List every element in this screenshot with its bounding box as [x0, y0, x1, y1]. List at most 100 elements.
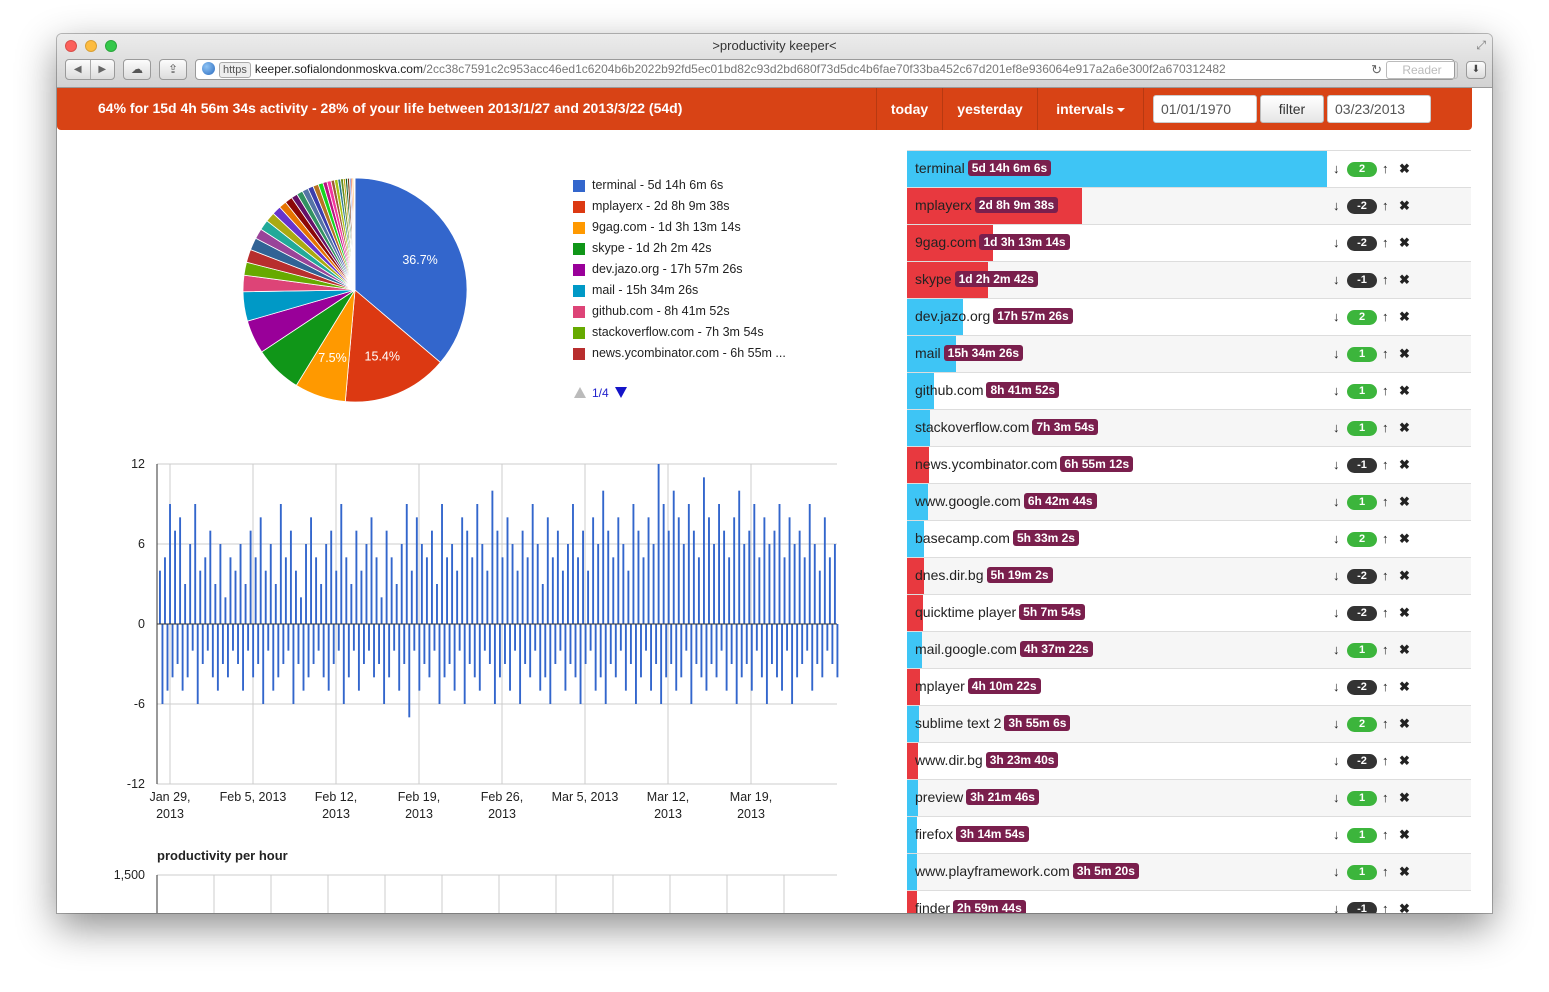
- bar[interactable]: [499, 624, 501, 678]
- arrow-down-icon[interactable]: ↓: [1333, 678, 1340, 696]
- bar[interactable]: [363, 624, 365, 664]
- bar[interactable]: [713, 544, 715, 624]
- bar[interactable]: [451, 544, 454, 624]
- bar[interactable]: [514, 624, 516, 651]
- bar[interactable]: [594, 624, 597, 691]
- activity-row[interactable]: news.ycombinator.com 6h 55m 12s ↓ -1 ↑ ✖: [907, 446, 1471, 483]
- bar[interactable]: [740, 624, 743, 678]
- bar[interactable]: [627, 570, 630, 624]
- bar[interactable]: [269, 544, 272, 624]
- activity-row[interactable]: dnes.dir.bg 5h 19m 2s ↓ -2 ↑ ✖: [907, 557, 1471, 594]
- bar[interactable]: [559, 624, 562, 651]
- arrow-down-icon[interactable]: ↓: [1333, 641, 1340, 659]
- bar[interactable]: [300, 597, 302, 624]
- bar[interactable]: [405, 504, 408, 624]
- remove-icon[interactable]: ✖: [1399, 456, 1410, 474]
- bar[interactable]: [305, 544, 307, 624]
- activity-row[interactable]: dev.jazo.org 17h 57m 26s ↓ 2 ↑ ✖: [907, 298, 1471, 335]
- bar[interactable]: [637, 530, 640, 624]
- arrow-up-icon[interactable]: ↑: [1382, 419, 1389, 437]
- bar[interactable]: [614, 624, 617, 678]
- bar[interactable]: [715, 624, 718, 678]
- bar[interactable]: [463, 624, 466, 704]
- bar[interactable]: [763, 517, 766, 624]
- bar[interactable]: [468, 624, 471, 664]
- bar[interactable]: [234, 570, 237, 624]
- bar[interactable]: [655, 624, 658, 664]
- bar[interactable]: [521, 530, 524, 624]
- remove-icon[interactable]: ✖: [1399, 604, 1410, 622]
- bar[interactable]: [511, 544, 514, 624]
- bar[interactable]: [259, 517, 262, 624]
- bar[interactable]: [682, 544, 685, 624]
- bar[interactable]: [624, 624, 627, 691]
- legend-next-icon[interactable]: [614, 387, 627, 398]
- bar[interactable]: [549, 624, 552, 704]
- bar[interactable]: [705, 624, 708, 691]
- arrow-down-icon[interactable]: ↓: [1333, 567, 1340, 585]
- bar[interactable]: [262, 624, 265, 704]
- bar[interactable]: [730, 624, 733, 664]
- bar[interactable]: [692, 530, 695, 624]
- bar[interactable]: [650, 624, 652, 691]
- to-date-input[interactable]: 03/23/2013: [1327, 95, 1431, 123]
- arrow-up-icon[interactable]: ↑: [1382, 678, 1389, 696]
- bar[interactable]: [677, 517, 680, 624]
- bar[interactable]: [413, 624, 416, 651]
- bar[interactable]: [400, 544, 403, 624]
- bar[interactable]: [813, 544, 816, 624]
- arrow-up-icon[interactable]: ↑: [1382, 271, 1389, 289]
- bar[interactable]: [652, 544, 655, 624]
- bar[interactable]: [718, 504, 720, 624]
- bar[interactable]: [788, 517, 791, 624]
- remove-icon[interactable]: ✖: [1399, 863, 1410, 881]
- remove-icon[interactable]: ✖: [1399, 345, 1410, 363]
- arrow-up-icon[interactable]: ↑: [1382, 197, 1389, 215]
- arrow-up-icon[interactable]: ↑: [1382, 160, 1389, 178]
- bar[interactable]: [506, 517, 509, 624]
- arrow-up-icon[interactable]: ↑: [1382, 456, 1389, 474]
- bar[interactable]: [227, 624, 229, 678]
- arrow-up-icon[interactable]: ↑: [1382, 826, 1389, 844]
- bar[interactable]: [748, 530, 751, 624]
- icloud-icon[interactable]: ☁: [123, 59, 151, 80]
- bar[interactable]: [778, 504, 781, 624]
- bar[interactable]: [461, 517, 464, 624]
- activity-row[interactable]: mplayerx 2d 8h 9m 38s ↓ -2 ↑ ✖: [907, 187, 1471, 224]
- arrow-up-icon[interactable]: ↑: [1382, 789, 1389, 807]
- arrow-down-icon[interactable]: ↓: [1333, 789, 1340, 807]
- bar[interactable]: [355, 530, 358, 624]
- bar[interactable]: [612, 557, 615, 624]
- bar[interactable]: [365, 544, 368, 624]
- bar[interactable]: [703, 477, 705, 624]
- bar[interactable]: [186, 624, 189, 678]
- bar[interactable]: [448, 624, 451, 664]
- bar[interactable]: [584, 624, 587, 664]
- arrow-down-icon[interactable]: ↓: [1333, 530, 1340, 548]
- bar[interactable]: [556, 530, 559, 624]
- bar[interactable]: [179, 517, 182, 624]
- bar[interactable]: [393, 624, 396, 651]
- bar[interactable]: [410, 570, 413, 624]
- activity-row[interactable]: www.playframework.com 3h 5m 20s ↓ 1 ↑ ✖: [907, 853, 1471, 890]
- activity-row[interactable]: mail 15h 34m 26s ↓ 1 ↑ ✖: [907, 335, 1471, 372]
- bar[interactable]: [516, 570, 519, 624]
- bar[interactable]: [720, 624, 723, 651]
- bar[interactable]: [345, 557, 348, 624]
- remove-icon[interactable]: ✖: [1399, 678, 1410, 696]
- bar[interactable]: [743, 544, 746, 624]
- bar[interactable]: [398, 624, 401, 691]
- bar[interactable]: [181, 624, 184, 691]
- bar[interactable]: [239, 544, 242, 624]
- remove-icon[interactable]: ✖: [1399, 789, 1410, 807]
- arrow-down-icon[interactable]: ↓: [1333, 752, 1340, 770]
- bar[interactable]: [735, 624, 738, 704]
- remove-icon[interactable]: ✖: [1399, 308, 1410, 326]
- bar[interactable]: [617, 517, 620, 624]
- bar[interactable]: [582, 530, 584, 624]
- bar[interactable]: [486, 570, 489, 624]
- bar[interactable]: [408, 624, 411, 718]
- bar[interactable]: [191, 624, 194, 651]
- bar[interactable]: [635, 624, 637, 704]
- bar[interactable]: [708, 517, 710, 624]
